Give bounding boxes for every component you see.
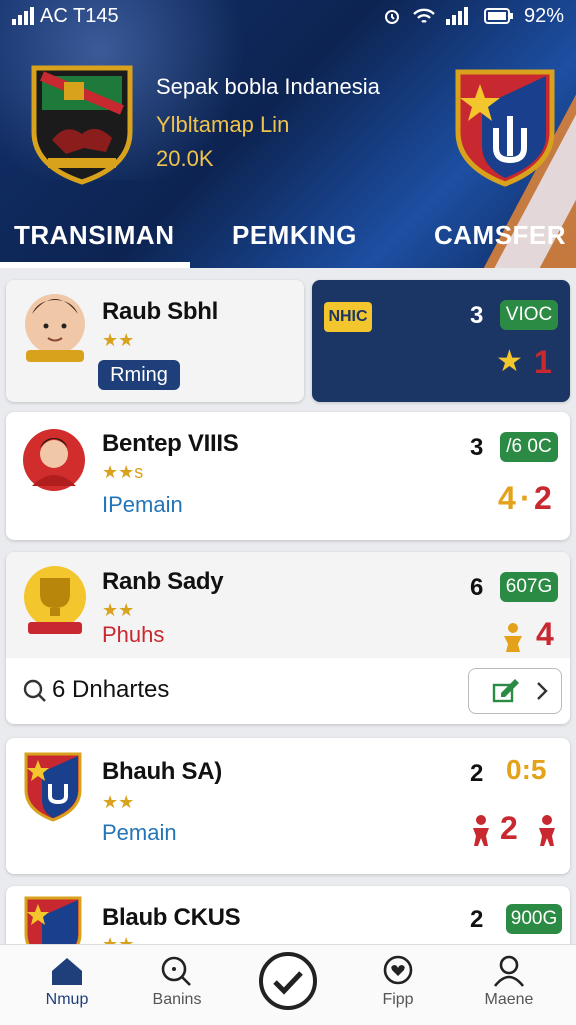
wifi-icon (413, 8, 435, 24)
rating-stars: ★★ (102, 600, 135, 620)
battery-percent: 92% (523, 4, 564, 27)
club-crest-right[interactable] (452, 66, 558, 188)
player-badge: 607G (500, 572, 558, 602)
league-title: Sepak bobla Indanesia (156, 74, 380, 99)
check-circle-icon (259, 952, 317, 1010)
signal-icon (12, 7, 34, 25)
nav-profile-label: Maene (484, 991, 534, 1008)
chevron-right-icon (537, 682, 548, 700)
bottom-navigation: Nmup Banins Fipp Maene (0, 944, 576, 1025)
tab-pemking[interactable]: PEMKING (232, 220, 357, 251)
search-icon (23, 679, 46, 702)
carrier-time: AC T145 (40, 4, 119, 27)
nav-check[interactable] (243, 951, 333, 1015)
trophy-icon (24, 566, 86, 634)
player-badge: 900G (506, 904, 562, 934)
edit-button[interactable] (468, 668, 562, 714)
edit-icon (492, 679, 519, 703)
nav-favorites[interactable]: Fipp (353, 955, 443, 1009)
player-number: 2 (470, 760, 484, 787)
nav-profile[interactable]: Maene (464, 955, 554, 1009)
player-avatar (25, 294, 85, 362)
nav-home[interactable]: Nmup (22, 955, 112, 1009)
player-name: Bhauh SA) (102, 758, 222, 785)
player-number: 3 (470, 434, 484, 461)
active-tab-indicator (0, 262, 190, 268)
player-number: 6 (470, 574, 484, 601)
stat-separator: · (520, 480, 531, 516)
role-button[interactable]: Rming (98, 360, 180, 390)
player-role: IPemain (102, 492, 183, 517)
header-banner: AC T145 92% Sepak bobla Indanesia Ylblta… (0, 0, 576, 268)
nav-home-label: Nmup (45, 991, 89, 1008)
player-number: 2 (470, 906, 484, 933)
stat-value-b: 2 (500, 810, 518, 846)
rating-stars: ★★s (102, 462, 144, 482)
star-icon: ★ (496, 345, 523, 378)
stat-value-b: 2 (534, 480, 552, 516)
panel-badge: NHIC (324, 302, 372, 332)
player-avatar (23, 429, 85, 491)
status-bar: AC T145 92% (0, 0, 576, 32)
tab-transiman[interactable]: TRANSIMAN (14, 220, 175, 251)
stat-value: 1 (534, 344, 552, 380)
profile-icon (493, 955, 525, 987)
alarm-icon (384, 10, 399, 24)
player-name: Raub Sbhl (102, 298, 218, 325)
player-role: Phuhs (102, 622, 165, 647)
follower-count: 20.0K (156, 146, 214, 171)
player-figure-icon (504, 623, 522, 652)
player-figure-icon (539, 815, 555, 846)
nav-favorites-label: Fipp (382, 991, 414, 1008)
player-figure-icon (473, 815, 489, 846)
cell-signal-icon (445, 7, 468, 25)
battery-icon (483, 8, 513, 24)
tab-camsfer[interactable]: CAMSFER (434, 220, 566, 251)
nav-search[interactable]: Banins (132, 955, 222, 1009)
rating-stars: ★★ (102, 792, 135, 812)
player-name: Blaub CKUS (102, 904, 241, 931)
player-badge: VIOC (500, 300, 558, 330)
club-crest-icon (24, 752, 82, 822)
player-name: Bentep VIIIS (102, 430, 239, 457)
nav-search-label: Banins (152, 991, 202, 1008)
rating-stars: ★★ (102, 330, 135, 350)
search-icon (161, 956, 191, 986)
club-crest-left[interactable] (28, 62, 136, 186)
player-role: Pemain (102, 820, 177, 845)
league-subtitle: Ylbltamap Lin (156, 112, 290, 137)
heart-badge-icon (383, 955, 413, 985)
search-bar[interactable]: 6 Dnhartes (6, 658, 570, 724)
player-card[interactable]: Bhauh SA) ★★ Pemain 2 0:5 2 (6, 738, 570, 874)
player-badge: /6 0C (500, 432, 558, 462)
featured-stats-panel[interactable]: NHIC 3 VIOC ★ 1 (312, 280, 570, 402)
player-card[interactable]: Bentep VIIIS ★★s IPemain 3 /6 0C 4 · 2 (6, 412, 570, 540)
player-number: 3 (470, 302, 484, 329)
player-name: Ranb Sady (102, 568, 224, 595)
stat-value-b: 4 (536, 616, 554, 652)
stat-value-a: 0:5 (506, 754, 547, 785)
home-icon (52, 958, 82, 985)
featured-player-card[interactable]: Raub Sbhl ★★ Rming (6, 280, 304, 402)
search-input[interactable]: 6 Dnhartes (52, 676, 169, 704)
stat-value-a: 4 (498, 480, 516, 516)
